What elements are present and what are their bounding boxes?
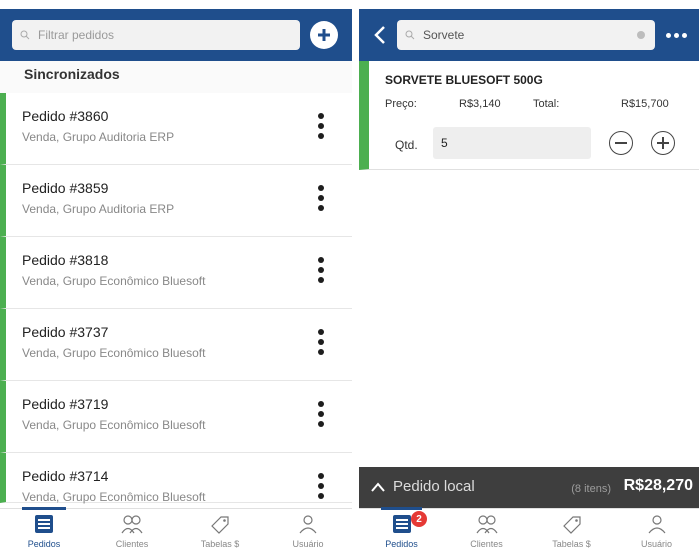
back-arrow-icon[interactable] bbox=[373, 25, 387, 45]
orders-icon bbox=[392, 515, 411, 533]
more-options-icon[interactable] bbox=[318, 329, 324, 355]
orders-icon bbox=[35, 515, 53, 533]
nav-item-pedidos[interactable]: Pedidos bbox=[0, 507, 88, 552]
add-order-button[interactable] bbox=[310, 21, 338, 49]
order-row[interactable]: Pedido #3860 Venda, Grupo Auditoria ERP bbox=[0, 93, 352, 165]
nav-label: Tabelas $ bbox=[200, 539, 240, 549]
order-number: Pedido #3714 bbox=[22, 468, 109, 484]
price-value: R$3,140 bbox=[459, 98, 501, 110]
filter-orders-placeholder: Filtrar pedidos bbox=[38, 28, 115, 42]
order-row[interactable]: Pedido #3859 Venda, Grupo Auditoria ERP bbox=[0, 165, 352, 237]
clear-search-icon[interactable] bbox=[637, 31, 645, 39]
order-number: Pedido #3818 bbox=[22, 252, 109, 268]
price-tag-icon bbox=[211, 516, 229, 534]
product-card: SORVETE BLUESOFT 500G Preço: R$3,140 Tot… bbox=[359, 61, 699, 170]
local-order-bar[interactable]: Pedido local (8 itens) R$28,270 bbox=[359, 467, 699, 508]
decrease-quantity-button[interactable] bbox=[609, 131, 633, 155]
more-menu-icon[interactable] bbox=[666, 33, 687, 38]
notification-badge: 2 bbox=[411, 511, 427, 527]
price-label: Preço: bbox=[385, 98, 417, 110]
bottom-nav: Pedidos Clientes Tabelas $ Usuário bbox=[0, 507, 352, 552]
local-order-count: (8 itens) bbox=[571, 483, 611, 495]
quantity-input[interactable]: 5 bbox=[433, 127, 591, 159]
search-icon bbox=[20, 30, 30, 40]
total-value: R$15,700 bbox=[621, 98, 669, 110]
more-options-icon[interactable] bbox=[318, 185, 324, 211]
nav-label: Usuário bbox=[640, 539, 672, 549]
more-options-icon[interactable] bbox=[318, 257, 324, 283]
nav-item-tabelas[interactable]: Tabelas $ bbox=[529, 509, 614, 552]
product-search-value: Sorvete bbox=[423, 28, 465, 42]
user-icon bbox=[299, 515, 317, 534]
order-subtitle: Venda, Grupo Econômico Bluesoft bbox=[22, 490, 206, 504]
nav-item-clientes[interactable]: Clientes bbox=[88, 509, 176, 552]
nav-label: Tabelas $ bbox=[552, 539, 591, 549]
product-name: SORVETE BLUESOFT 500G bbox=[385, 73, 543, 87]
plus-icon bbox=[318, 29, 330, 41]
product-search-input[interactable]: Sorvete bbox=[397, 20, 655, 50]
local-order-total: R$28,270 bbox=[623, 477, 693, 494]
nav-label: Clientes bbox=[115, 539, 149, 549]
orders-list: Pedido #3860 Venda, Grupo Auditoria ERP … bbox=[0, 93, 352, 504]
order-subtitle: Venda, Grupo Econômico Bluesoft bbox=[22, 418, 206, 432]
local-order-label: Pedido local bbox=[393, 478, 475, 495]
nav-label: Clientes bbox=[470, 539, 503, 549]
order-row[interactable]: Pedido #3719 Venda, Grupo Econômico Blue… bbox=[0, 381, 352, 453]
top-bar: Filtrar pedidos bbox=[0, 9, 352, 61]
increase-quantity-button[interactable] bbox=[651, 131, 675, 155]
total-label: Total: bbox=[533, 98, 560, 110]
nav-item-usuario[interactable]: Usuário bbox=[614, 509, 699, 552]
nav-item-tabelas[interactable]: Tabelas $ bbox=[176, 509, 264, 552]
user-icon bbox=[648, 515, 665, 534]
order-row[interactable]: Pedido #3714 Venda, Grupo Econômico Blue… bbox=[0, 453, 352, 504]
nav-label: Pedidos bbox=[385, 539, 418, 549]
more-options-icon[interactable] bbox=[318, 401, 324, 427]
product-search-screen: Sorvete SORVETE BLUESOFT 500G Preço: R$3… bbox=[359, 0, 699, 552]
order-subtitle: Venda, Grupo Econômico Bluesoft bbox=[22, 274, 206, 288]
nav-item-clientes[interactable]: Clientes bbox=[444, 509, 529, 552]
nav-item-usuario[interactable]: Usuário bbox=[264, 509, 352, 552]
more-options-icon[interactable] bbox=[318, 473, 324, 499]
price-tag-icon bbox=[562, 516, 581, 534]
order-number: Pedido #3859 bbox=[22, 180, 109, 196]
order-number: Pedido #3737 bbox=[22, 324, 109, 340]
chevron-up-icon bbox=[371, 482, 385, 492]
nav-item-pedidos[interactable]: 2 Pedidos bbox=[359, 507, 444, 552]
quantity-label: Qtd. bbox=[395, 138, 418, 152]
orders-screen: Filtrar pedidos Sincronizados Pedido #38… bbox=[0, 0, 352, 552]
clients-icon bbox=[476, 515, 497, 534]
search-icon bbox=[405, 30, 415, 40]
order-subtitle: Venda, Grupo Auditoria ERP bbox=[22, 202, 175, 216]
nav-label: Pedidos bbox=[27, 539, 61, 549]
clients-icon bbox=[121, 515, 143, 534]
section-title: Sincronizados bbox=[0, 61, 352, 93]
order-subtitle: Venda, Grupo Econômico Bluesoft bbox=[22, 346, 206, 360]
order-row[interactable]: Pedido #3737 Venda, Grupo Econômico Blue… bbox=[0, 309, 352, 381]
order-number: Pedido #3719 bbox=[22, 396, 109, 412]
more-options-icon[interactable] bbox=[318, 113, 324, 139]
filter-orders-input[interactable]: Filtrar pedidos bbox=[12, 20, 300, 50]
top-bar: Sorvete bbox=[359, 9, 699, 61]
order-number: Pedido #3860 bbox=[22, 108, 109, 124]
panel-divider bbox=[352, 0, 359, 552]
order-subtitle: Venda, Grupo Auditoria ERP bbox=[22, 130, 175, 144]
nav-label: Usuário bbox=[292, 539, 324, 549]
bottom-nav: 2 Pedidos Clientes Tabelas $ Usuário bbox=[359, 507, 699, 552]
order-row[interactable]: Pedido #3818 Venda, Grupo Econômico Blue… bbox=[0, 237, 352, 309]
